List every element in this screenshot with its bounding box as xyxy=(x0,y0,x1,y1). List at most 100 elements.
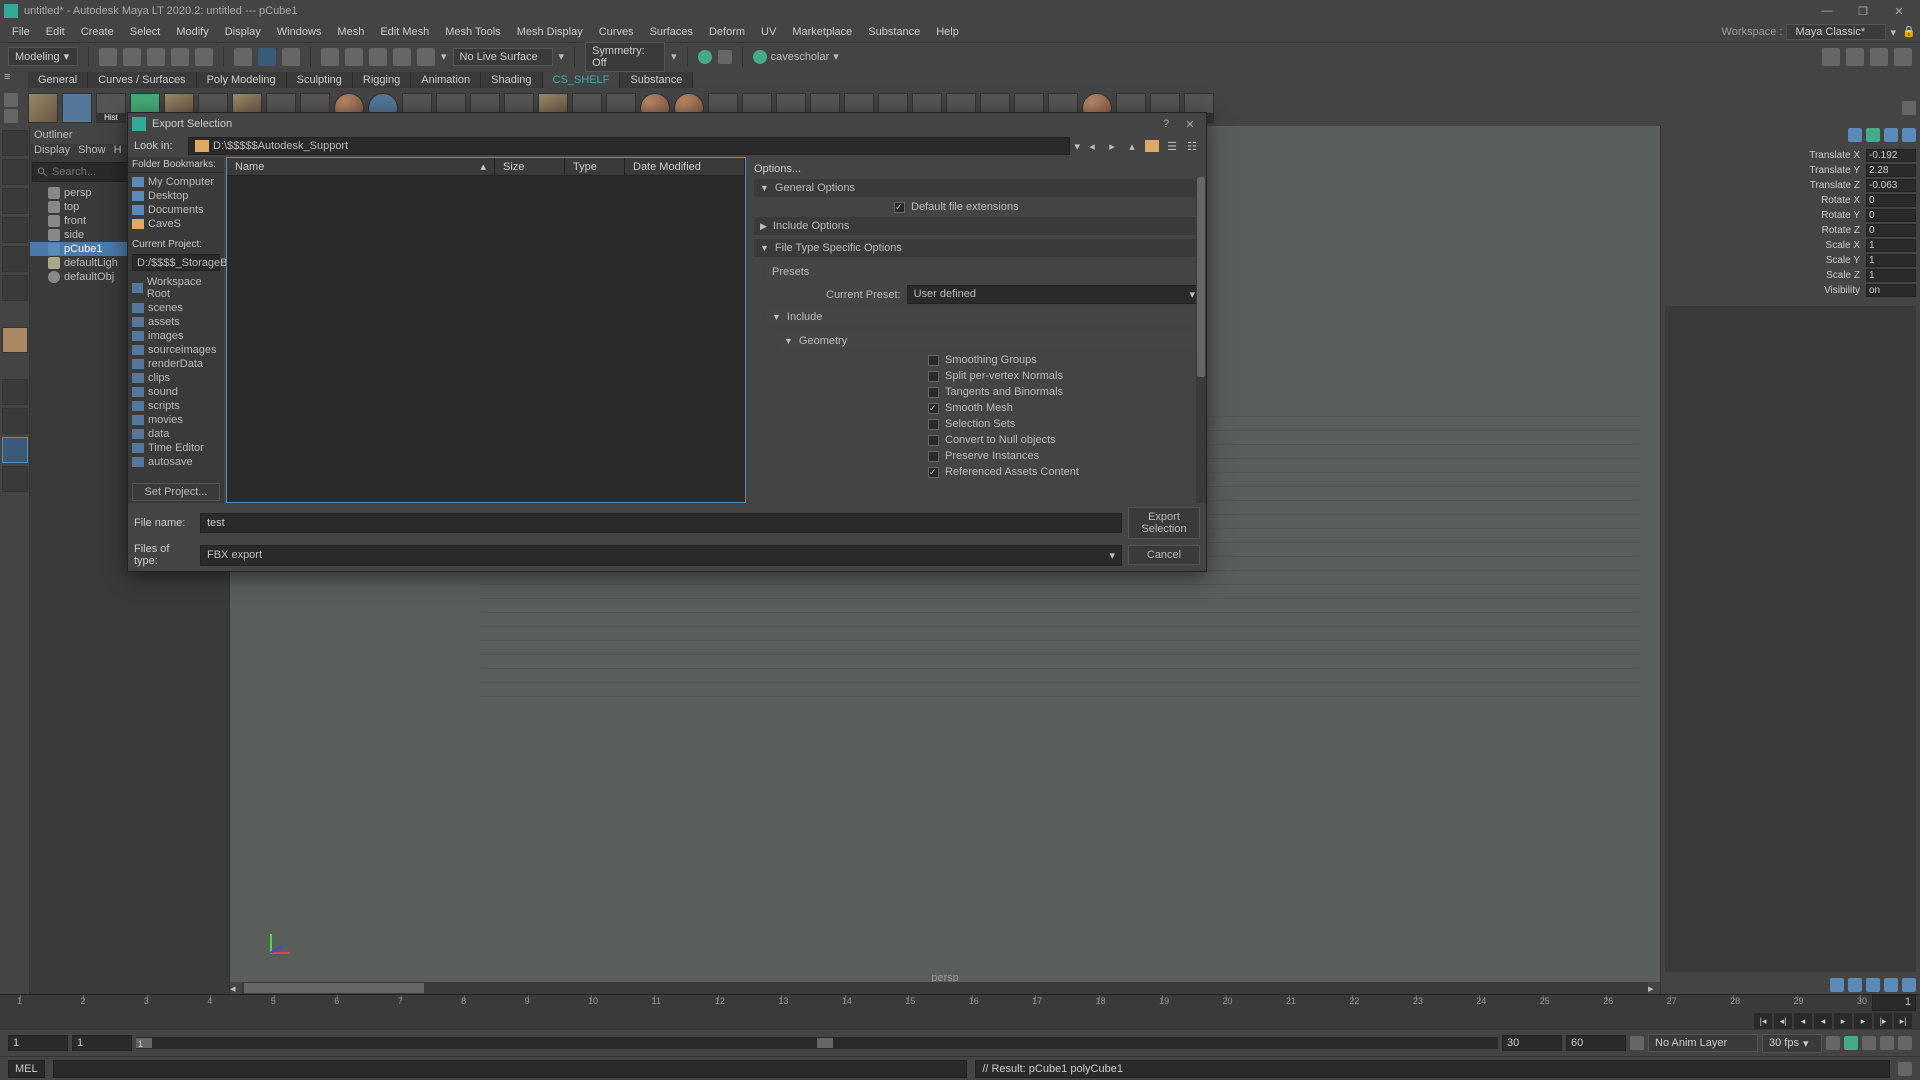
menuset-selector[interactable]: Modeling▾ xyxy=(8,47,78,66)
channel-value-translatey[interactable] xyxy=(1866,164,1916,177)
animlayer-selector[interactable]: No Anim Layer xyxy=(1648,1034,1758,1052)
filetype-selector[interactable]: FBX export▾ xyxy=(200,545,1122,566)
step-forward-button[interactable]: ▸ xyxy=(1854,1013,1872,1029)
nav-up-icon[interactable]: ▴ xyxy=(1124,138,1140,154)
toggle-toolsettings-icon[interactable] xyxy=(1846,48,1864,66)
filetype-options-section[interactable]: ▼File Type Specific Options xyxy=(754,239,1202,257)
bookmark-documents[interactable]: Documents xyxy=(128,203,224,217)
projfolder-assets[interactable]: assets xyxy=(128,315,224,329)
projfolder-sound[interactable]: sound xyxy=(128,385,224,399)
play-back-button[interactable]: ◂ xyxy=(1814,1013,1832,1029)
range-start-out-field[interactable] xyxy=(8,1035,68,1051)
open-scene-icon[interactable] xyxy=(123,48,141,66)
shelftab-substance[interactable]: Substance xyxy=(620,72,693,88)
step-forward-key-button[interactable]: |▸ xyxy=(1874,1013,1892,1029)
layout-single[interactable] xyxy=(2,379,28,405)
layer-icon-2[interactable] xyxy=(1848,978,1862,992)
menu-curves[interactable]: Curves xyxy=(591,24,642,40)
dialog-close-button[interactable]: ✕ xyxy=(1178,115,1202,133)
channelbox-icon-2[interactable] xyxy=(1866,128,1880,142)
snap-plane-icon[interactable] xyxy=(393,48,411,66)
filename-input[interactable] xyxy=(200,513,1122,533)
bookmark-desktop[interactable]: Desktop xyxy=(128,189,224,203)
script-editor-icon[interactable] xyxy=(1898,1062,1912,1076)
file-list[interactable]: Name▴ Size Type Date Modified xyxy=(226,157,746,503)
account-name[interactable]: cavescholar xyxy=(771,51,830,63)
projfolder-data[interactable]: data xyxy=(128,427,224,441)
range-menu-icon[interactable] xyxy=(1630,1036,1644,1050)
toggle-attreditor-icon[interactable] xyxy=(1870,48,1888,66)
channel-value-rotatey[interactable] xyxy=(1866,209,1916,222)
menu-editmesh[interactable]: Edit Mesh xyxy=(372,24,437,40)
col-date[interactable]: Date Modified xyxy=(625,158,745,175)
shelf-item-1[interactable] xyxy=(28,93,58,123)
col-size[interactable]: Size xyxy=(495,158,565,175)
layout-outliner[interactable] xyxy=(2,437,28,463)
channel-value-translatex[interactable] xyxy=(1866,149,1916,162)
projfolder-scenes[interactable]: scenes xyxy=(128,301,224,315)
viewport-scrollbar[interactable]: ◂ ▸ xyxy=(230,982,1660,994)
pause-icon[interactable] xyxy=(718,50,732,64)
move-tool[interactable] xyxy=(2,217,28,243)
range-handle-right[interactable] xyxy=(817,1038,833,1048)
step-back-button[interactable]: ◂ xyxy=(1794,1013,1812,1029)
script-lang-selector[interactable]: MEL xyxy=(8,1060,45,1078)
snap-curve-icon[interactable] xyxy=(345,48,363,66)
presets-section[interactable]: Presets xyxy=(766,263,1202,281)
projfolder-autosave[interactable]: autosave xyxy=(128,455,224,469)
shelf-right-icon[interactable] xyxy=(1902,101,1916,115)
prefs-icon-4[interactable] xyxy=(1898,1036,1912,1050)
lock-icon[interactable]: 🔒 xyxy=(1902,25,1916,39)
lasso-tool[interactable] xyxy=(2,159,28,185)
shelf-toggle-icon[interactable] xyxy=(4,93,18,107)
menu-display[interactable]: Display xyxy=(217,24,269,40)
last-tool[interactable] xyxy=(2,327,28,353)
shelftab-general[interactable]: General xyxy=(28,72,88,88)
scale-tool[interactable] xyxy=(2,275,28,301)
prefs-icon-2[interactable] xyxy=(1862,1036,1876,1050)
outliner-menu-show[interactable]: Show xyxy=(78,144,106,160)
autokey-icon[interactable] xyxy=(1826,1036,1840,1050)
nav-back-icon[interactable]: ◂ xyxy=(1084,138,1100,154)
range-start-in-field[interactable] xyxy=(72,1035,132,1051)
projfolder-sourceimages[interactable]: sourceimages xyxy=(128,343,224,357)
channel-value-scalex[interactable] xyxy=(1866,239,1916,252)
channel-value-translatez[interactable] xyxy=(1866,179,1916,192)
snap-point-icon[interactable] xyxy=(369,48,387,66)
shelf-menu-icon[interactable]: ≡ xyxy=(4,71,24,89)
menu-surfaces[interactable]: Surfaces xyxy=(642,24,701,40)
layer-icon-1[interactable] xyxy=(1830,978,1844,992)
default-ext-checkbox[interactable] xyxy=(894,202,905,213)
layer-icon-4[interactable] xyxy=(1884,978,1898,992)
projfolder-timeeditor[interactable]: Time Editor xyxy=(128,441,224,455)
channel-value-rotatez[interactable] xyxy=(1866,224,1916,237)
menu-mesh[interactable]: Mesh xyxy=(329,24,372,40)
set-project-button[interactable]: Set Project... xyxy=(132,483,220,501)
redo-icon[interactable] xyxy=(195,48,213,66)
menu-modify[interactable]: Modify xyxy=(168,24,216,40)
paint-tool[interactable] xyxy=(2,188,28,214)
toggle-modeling-icon[interactable] xyxy=(1894,48,1912,66)
workspace-menu-icon[interactable]: ▾ xyxy=(1890,26,1896,39)
channelbox-icon-3[interactable] xyxy=(1884,128,1898,142)
bookmark-caves[interactable]: CaveS xyxy=(128,217,224,231)
time-slider[interactable]: 1 12345678910111213141516171819202122232… xyxy=(0,994,1920,1012)
channel-value-visibility[interactable] xyxy=(1866,284,1916,297)
nav-newfolder-icon[interactable] xyxy=(1144,138,1160,154)
step-back-key-button[interactable]: ◂| xyxy=(1774,1013,1792,1029)
range-end-in-field[interactable] xyxy=(1502,1035,1562,1051)
undo-icon[interactable] xyxy=(171,48,189,66)
minimize-button[interactable]: — xyxy=(1810,1,1844,21)
layout-persp[interactable] xyxy=(2,466,28,492)
layer-icon-5[interactable] xyxy=(1902,978,1916,992)
shelftab-shading[interactable]: Shading xyxy=(481,72,542,88)
projfolder-clips[interactable]: clips xyxy=(128,371,224,385)
live-surface-selector[interactable]: No Live Surface xyxy=(453,48,553,66)
channelbox-icon-1[interactable] xyxy=(1848,128,1862,142)
goto-end-button[interactable]: ▸| xyxy=(1894,1013,1912,1029)
lasso-icon[interactable] xyxy=(258,48,276,66)
projfolder-movies[interactable]: movies xyxy=(128,413,224,427)
channel-value-scalez[interactable] xyxy=(1866,269,1916,282)
layer-icon-3[interactable] xyxy=(1866,978,1880,992)
scroll-right-icon[interactable]: ▸ xyxy=(1648,982,1660,994)
